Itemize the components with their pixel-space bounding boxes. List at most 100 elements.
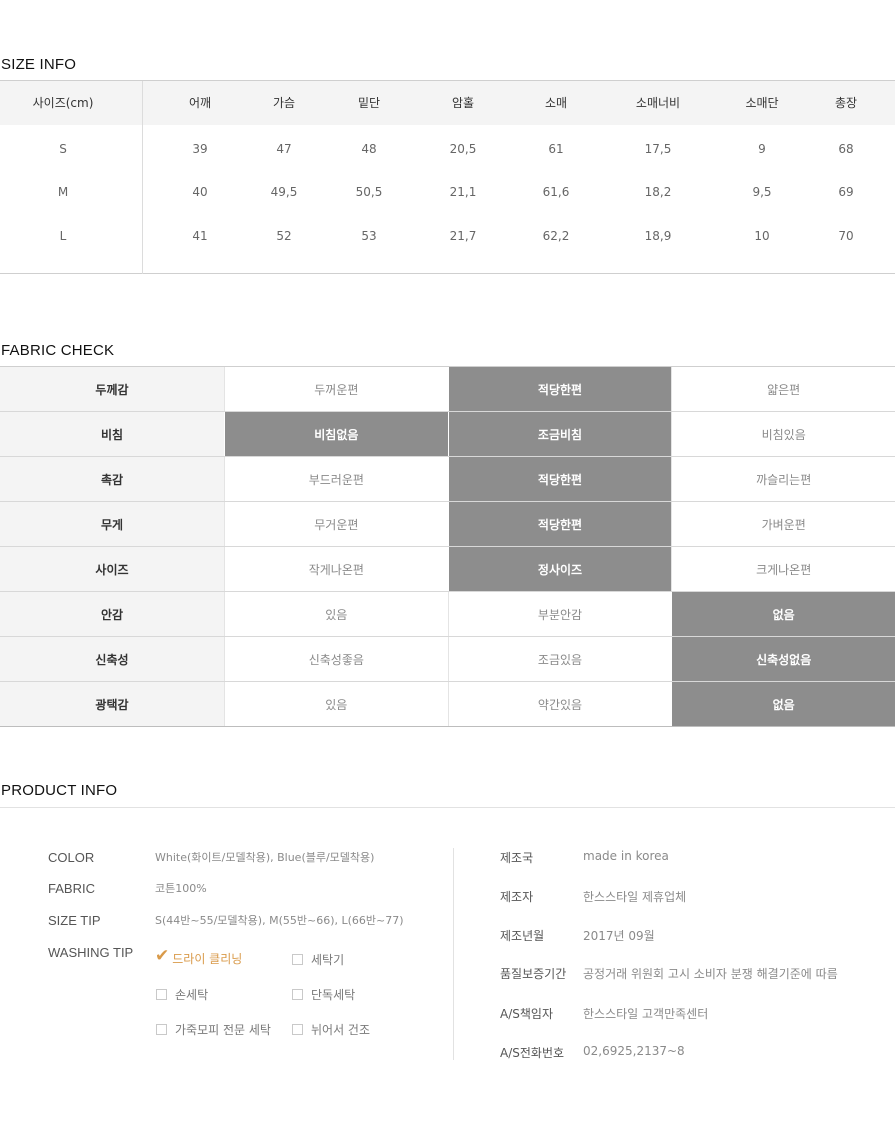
size-value-cell: 41: [192, 229, 208, 243]
size-value-cell: 47: [276, 142, 292, 156]
fabric-option: 작게나온편: [223, 547, 448, 591]
fabric-option: 비침있음: [671, 412, 895, 456]
size-header-cell: 가슴: [272, 96, 296, 110]
size-value-cell: 21,7: [449, 229, 477, 243]
fabric-row: 안감 있음 부분안감 없음: [0, 592, 895, 637]
size-header-cell: 소매너비: [635, 96, 681, 110]
washing-tip-label: WASHING TIP: [48, 945, 134, 960]
fabric-option-selected: 적당한편: [447, 502, 672, 546]
fabric-row-label: 무게: [0, 502, 224, 546]
checkbox-icon: [156, 1024, 167, 1035]
size-label-cell: M: [57, 185, 69, 199]
warranty-value: 공정거래 위원회 고시 소비자 분쟁 해결기준에 따름: [583, 967, 838, 981]
washing-dry-cleaning: ✔ 드라이 클리닝: [155, 947, 243, 967]
size-value-cell: 40: [192, 185, 208, 199]
product-info-title: PRODUCT INFO: [1, 782, 118, 799]
fabric-row-label: 비침: [0, 412, 224, 456]
size-value-cell: 17,5: [644, 142, 672, 156]
fabric-option: 조금있음: [447, 637, 672, 681]
fabric-row-label: 두께감: [0, 367, 224, 411]
fabric-row-label: 신축성: [0, 637, 224, 681]
warranty-label: 품질보증기간: [500, 967, 567, 981]
fabric-option: 신축성좋음: [223, 637, 448, 681]
checkbox-icon: [292, 1024, 303, 1035]
size-label-cell: L: [59, 229, 67, 243]
size-value-cell: 21,1: [449, 185, 477, 199]
size-value-cell: 61: [548, 142, 564, 156]
size-value-cell: 70: [838, 229, 854, 243]
washing-leather-fur: 가죽모피 전문 세탁: [156, 1021, 271, 1038]
washing-hand: 손세탁: [156, 986, 208, 1003]
fabric-option-selected: 적당한편: [447, 367, 672, 411]
fabric-row: 두께감 두꺼운편 적당한편 얇은편: [0, 367, 895, 412]
fabric-row: 광택감 있음 약간있음 없음: [0, 682, 895, 727]
fabric-table: 두께감 두꺼운편 적당한편 얇은편 비침 비침없음 조금비침 비침있음 촉감 부드러운편 적당한편 까…: [0, 366, 895, 727]
fabric-option: 있음: [223, 682, 448, 726]
washing-option-label: 단독세탁: [311, 988, 356, 1002]
manufacturer-value: 한스스타일 제휴업체: [583, 890, 687, 904]
size-value-cell: 50,5: [355, 185, 383, 199]
fabric-option: 있음: [223, 592, 448, 636]
size-table: 사이즈(cm) 어깨 가슴 밑단 암홀 소매 소매너비 소매단 총장 S 39 47 48 20,5 61 1…: [0, 80, 895, 274]
fabric-row: 촉감 부드러운편 적당한편 까슬리는편: [0, 457, 895, 502]
fabric-option-selected: 없음: [671, 592, 895, 636]
size-value-cell: 18,9: [644, 229, 672, 243]
washing-flat-dry: 뉘어서 건조: [292, 1021, 370, 1038]
washing-machine: 세탁기: [292, 951, 344, 968]
fabric-row-label: 안감: [0, 592, 224, 636]
fabric-option: 크게나온편: [671, 547, 895, 591]
fabric-option: 두꺼운편: [223, 367, 448, 411]
size-header-cell: 사이즈(cm): [32, 96, 94, 110]
washing-option-label: 뉘어서 건조: [311, 1023, 371, 1037]
size-table-divider: [142, 81, 143, 274]
size-value-cell: 68: [838, 142, 854, 156]
as-manager-label: A/S책임자: [500, 1007, 553, 1021]
size-value-cell: 20,5: [449, 142, 477, 156]
as-phone-label: A/S전화번호: [500, 1046, 565, 1060]
fabric-row-label: 촉감: [0, 457, 224, 501]
size-value-cell: 49,5: [270, 185, 298, 199]
washing-option-label: 세탁기: [311, 953, 345, 967]
size-value-cell: 53: [361, 229, 377, 243]
washing-option-label: 드라이 클리닝: [172, 952, 243, 966]
washing-separate: 단독세탁: [292, 986, 355, 1003]
as-phone-value: 02,6925,2137~8: [583, 1044, 685, 1058]
size-header-cell: 암홀: [451, 96, 475, 110]
size-header-cell: 총장: [834, 96, 858, 110]
checkbox-icon: [156, 989, 167, 1000]
fabric-check-title: FABRIC CHECK: [1, 342, 115, 359]
as-manager-value: 한스스타일 고객만족센터: [583, 1007, 709, 1021]
fabric-option: 무거운편: [223, 502, 448, 546]
fabric-row: 신축성 신축성좋음 조금있음 신축성없음: [0, 637, 895, 682]
manufacture-date-label: 제조년월: [500, 929, 545, 943]
checkbox-icon: [292, 954, 303, 965]
fabric-option: 부드러운편: [223, 457, 448, 501]
fabric-option-selected: 없음: [671, 682, 895, 726]
fabric-option: 얇은편: [671, 367, 895, 411]
product-info-rule: [0, 807, 895, 808]
size-value-cell: 61,6: [542, 185, 570, 199]
fabric-row: 무게 무거운편 적당한편 가벼운편: [0, 502, 895, 547]
fabric-row-label: 사이즈: [0, 547, 224, 591]
fabric-option-selected: 조금비침: [447, 412, 672, 456]
fabric-option: 부분안감: [447, 592, 672, 636]
size-value-cell: 9: [758, 142, 766, 156]
fabric-option-selected: 적당한편: [447, 457, 672, 501]
fabric-option: 약간있음: [447, 682, 672, 726]
fabric-option: 까슬리는편: [671, 457, 895, 501]
product-info-divider: [453, 848, 454, 1060]
size-value-cell: 62,2: [542, 229, 570, 243]
fabric-option-selected: 신축성없음: [671, 637, 895, 681]
fabric-label: FABRIC: [48, 881, 95, 896]
manufacturer-label: 제조자: [500, 890, 534, 904]
size-info-title: SIZE INFO: [1, 56, 77, 73]
size-header-cell: 밑단: [357, 96, 381, 110]
size-value-cell: 48: [361, 142, 377, 156]
fabric-row: 비침 비침없음 조금비침 비침있음: [0, 412, 895, 457]
washing-option-label: 가죽모피 전문 세탁: [175, 1023, 271, 1037]
origin-label: 제조국: [500, 851, 534, 865]
size-label-cell: S: [59, 142, 67, 156]
size-value-cell: 18,2: [644, 185, 672, 199]
size-header-cell: 소매: [544, 96, 568, 110]
fabric-option: 가벼운편: [671, 502, 895, 546]
